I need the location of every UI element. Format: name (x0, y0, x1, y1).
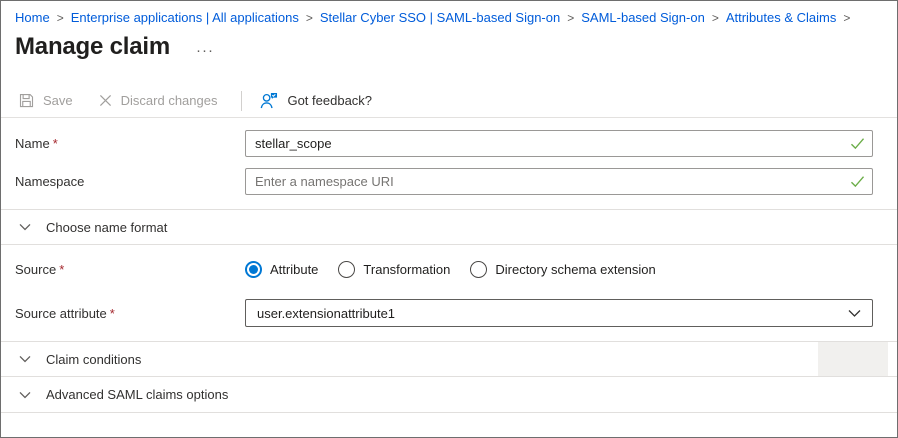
discard-changes-button[interactable]: Discard changes (99, 93, 218, 108)
radio-unselected-icon (338, 261, 355, 278)
advanced-saml-claims-options-section[interactable]: Advanced SAML claims options (1, 377, 897, 413)
breadcrumb-separator: > (57, 11, 64, 25)
namespace-field-row: Namespace (1, 168, 897, 195)
breadcrumb-separator: > (306, 11, 313, 25)
name-label: Name* (1, 136, 245, 151)
chevron-down-icon (19, 391, 31, 399)
name-input[interactable] (245, 130, 873, 157)
required-asterisk: * (53, 136, 58, 151)
radio-attribute-label: Attribute (270, 262, 318, 277)
radio-selected-icon (245, 261, 262, 278)
command-bar: Save Discard changes Got feedback? (1, 84, 897, 118)
radio-directory-schema-extension-label: Directory schema extension (495, 262, 655, 277)
radio-attribute[interactable]: Attribute (245, 261, 318, 278)
bottom-sections: Claim conditions Advanced SAML claims op… (1, 341, 897, 413)
breadcrumb-separator: > (712, 11, 719, 25)
save-icon (19, 93, 34, 108)
source-field-row: Source* Attribute Transformation Directo… (1, 254, 897, 284)
breadcrumb-enterprise-applications[interactable]: Enterprise applications | All applicatio… (71, 10, 299, 25)
choose-name-format-label: Choose name format (46, 220, 167, 235)
source-attribute-label: Source attribute* (1, 306, 245, 321)
required-asterisk: * (59, 262, 64, 277)
breadcrumb-saml-based-sign-on[interactable]: SAML-based Sign-on (581, 10, 705, 25)
breadcrumb-separator: > (567, 11, 574, 25)
source-radio-group: Attribute Transformation Directory schem… (245, 261, 676, 278)
namespace-label: Namespace (1, 174, 245, 189)
toolbar-divider (241, 91, 242, 111)
close-icon (99, 94, 112, 107)
name-input-wrap (245, 130, 873, 157)
radio-unselected-icon (470, 261, 487, 278)
breadcrumb-separator: > (843, 11, 850, 25)
breadcrumb-attributes-claims[interactable]: Attributes & Claims (726, 10, 837, 25)
namespace-input-wrap (245, 168, 873, 195)
got-feedback-button[interactable]: Got feedback? (260, 92, 372, 109)
got-feedback-label: Got feedback? (287, 93, 372, 108)
valid-check-icon (850, 137, 865, 155)
radio-transformation[interactable]: Transformation (338, 261, 450, 278)
chevron-down-icon (19, 223, 31, 231)
manage-claim-page: Home > Enterprise applications | All appli… (0, 0, 898, 438)
more-options-button[interactable]: ··· (196, 38, 214, 56)
scrollbar-track (818, 342, 888, 376)
source-attribute-dropdown[interactable]: user.extensionattribute1 (245, 299, 873, 327)
source-label: Source* (1, 262, 245, 277)
chevron-down-icon (848, 309, 861, 318)
claim-conditions-label: Claim conditions (46, 352, 141, 367)
namespace-input[interactable] (245, 168, 873, 195)
breadcrumb-home[interactable]: Home (15, 10, 50, 25)
page-title: Manage claim (15, 33, 170, 61)
title-row: Manage claim ··· (15, 33, 897, 61)
discard-changes-label: Discard changes (121, 93, 218, 108)
save-button[interactable]: Save (19, 93, 73, 108)
valid-check-icon (850, 175, 865, 193)
radio-directory-schema-extension[interactable]: Directory schema extension (470, 261, 655, 278)
feedback-person-icon (260, 92, 278, 109)
name-field-row: Name* (1, 130, 897, 157)
advanced-saml-claims-options-label: Advanced SAML claims options (46, 387, 228, 402)
claim-conditions-section[interactable]: Claim conditions (1, 342, 897, 377)
breadcrumb: Home > Enterprise applications | All appli… (1, 1, 897, 25)
save-label: Save (43, 93, 73, 108)
chevron-down-icon (19, 355, 31, 363)
source-attribute-value: user.extensionattribute1 (257, 306, 395, 321)
breadcrumb-stellar-cyber-sso[interactable]: Stellar Cyber SSO | SAML-based Sign-on (320, 10, 560, 25)
choose-name-format-section[interactable]: Choose name format (1, 209, 897, 245)
required-asterisk: * (110, 306, 115, 321)
radio-transformation-label: Transformation (363, 262, 450, 277)
source-attribute-field-row: Source attribute* user.extensionattribut… (1, 299, 897, 327)
